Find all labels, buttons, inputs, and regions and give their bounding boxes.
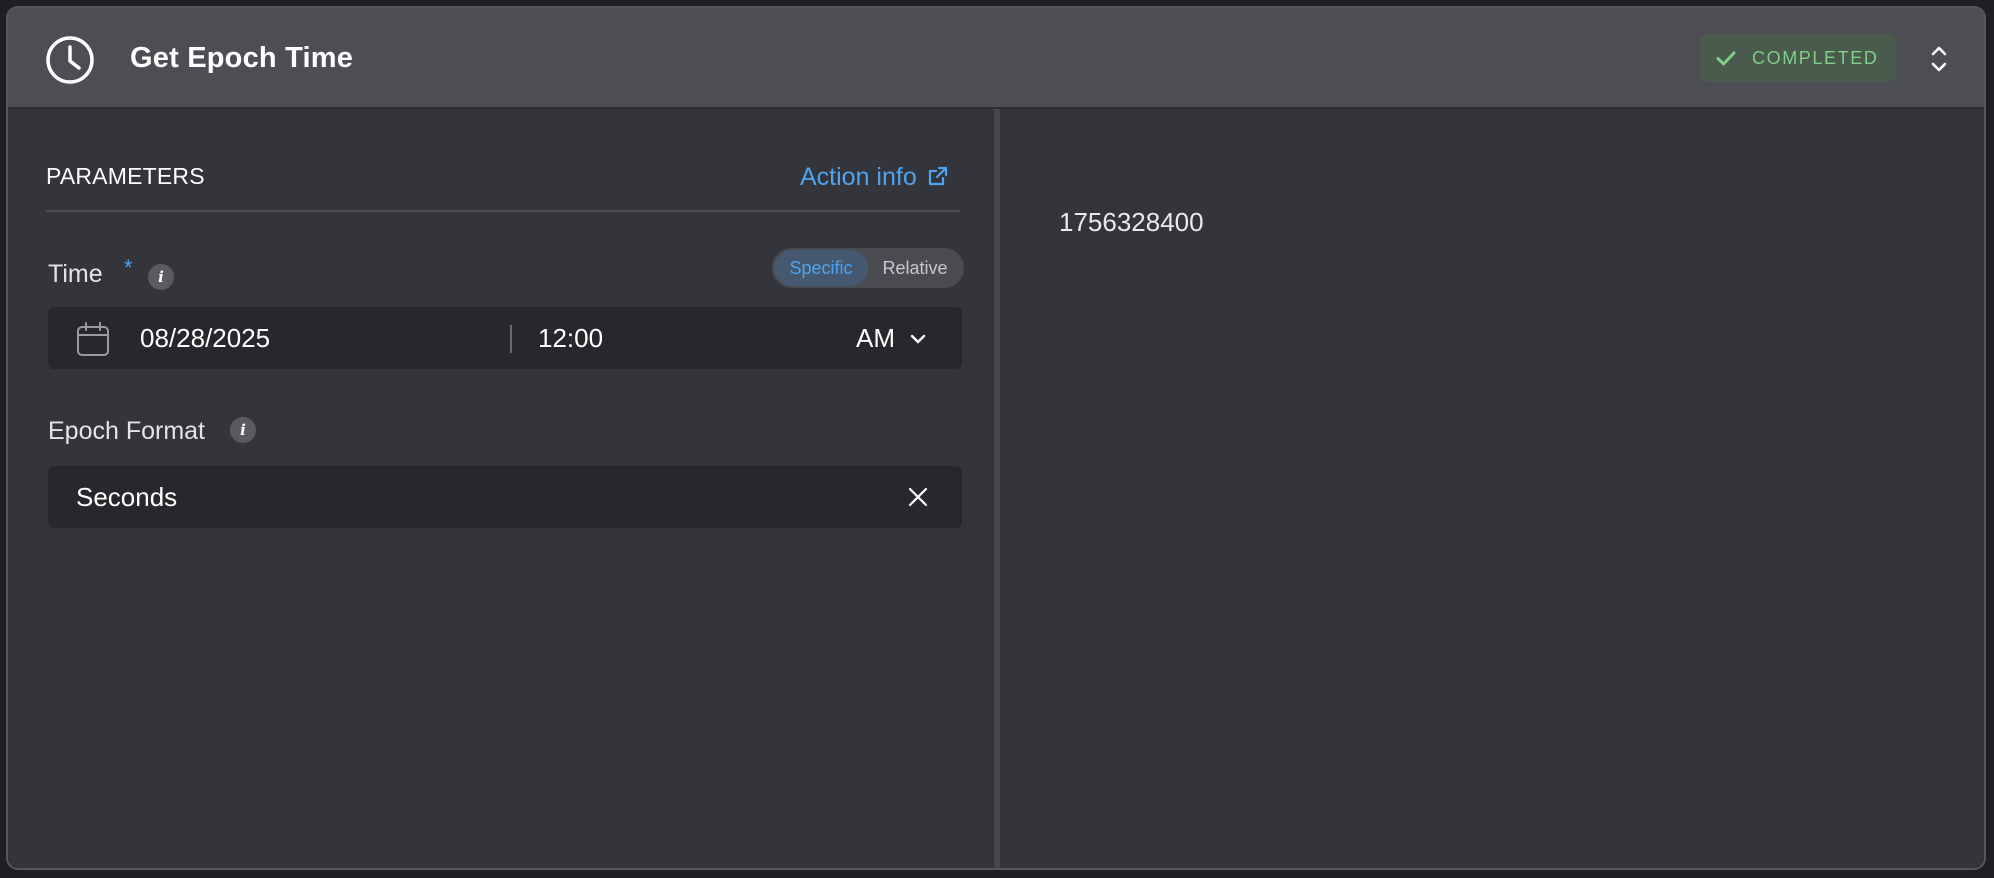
meridiem-value: AM	[856, 323, 895, 353]
epoch-format-label: Epoch Format	[48, 417, 206, 445]
status-text: COMPLETED	[1752, 47, 1879, 68]
toggle-specific[interactable]: Specific	[774, 250, 868, 286]
status-badge: COMPLETED	[1700, 34, 1896, 82]
action-info-label: Action info	[800, 163, 917, 191]
date-value[interactable]: 08/28/2025	[140, 323, 270, 354]
action-info-link[interactable]: Action info	[800, 163, 949, 192]
action-title: Get Epoch Time	[130, 42, 354, 74]
epoch-format-value: Seconds	[76, 482, 178, 512]
external-link-icon	[928, 166, 947, 185]
output-value: 1756328400	[1059, 207, 1204, 237]
datetime-input[interactable]: 08/28/2025 12:00 AM	[48, 307, 962, 369]
expand-collapse-icon[interactable]	[1926, 42, 1952, 76]
time-label: Time	[48, 260, 103, 288]
calendar-icon[interactable]	[76, 321, 110, 357]
close-icon[interactable]	[906, 485, 930, 509]
epoch-format-select[interactable]: Seconds	[48, 466, 962, 528]
time-value[interactable]: 12:00	[538, 323, 603, 354]
meridiem-select[interactable]: AM	[856, 323, 929, 354]
action-card: Get Epoch Time COMPLETED PARAMETERS Acti…	[6, 6, 1986, 870]
parameters-divider	[46, 210, 960, 212]
date-time-separator	[510, 325, 512, 353]
check-icon	[1716, 51, 1736, 66]
time-info-icon[interactable]: i	[148, 264, 174, 290]
required-marker: *	[124, 255, 133, 280]
card-header: Get Epoch Time COMPLETED	[8, 8, 1984, 109]
chevron-down-icon	[910, 334, 926, 343]
output-panel: 1756328400	[1000, 109, 1984, 868]
parameters-panel: PARAMETERS Action info Time * i Specific…	[8, 109, 994, 868]
parameters-heading: PARAMETERS	[46, 163, 205, 189]
epoch-format-info-icon[interactable]: i	[230, 417, 256, 443]
clock-icon	[46, 36, 94, 84]
toggle-relative[interactable]: Relative	[868, 250, 962, 286]
time-mode-toggle[interactable]: Specific Relative	[772, 248, 964, 288]
